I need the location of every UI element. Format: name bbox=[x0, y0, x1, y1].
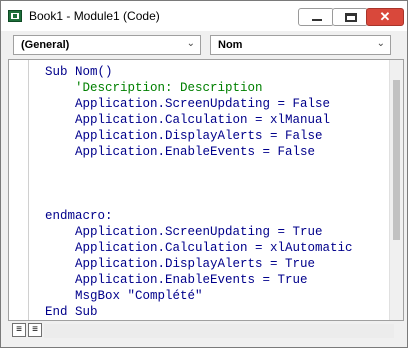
object-dropdown-value: (General) bbox=[21, 39, 70, 51]
close-button[interactable]: ✕ bbox=[366, 8, 404, 26]
code-line[interactable]: Application.Calculation = xlManual bbox=[45, 112, 353, 128]
maximize-button[interactable] bbox=[332, 8, 368, 26]
title-bar[interactable]: Book1 - Module1 (Code) ✕ bbox=[1, 1, 407, 31]
code-comment: 'Description: Description bbox=[75, 81, 263, 95]
code-line[interactable]: Application.EnableEvents = True bbox=[45, 272, 353, 288]
code-editor[interactable]: Sub Nom() 'Description: Description Appl… bbox=[8, 59, 404, 321]
code-token: End Sub bbox=[45, 305, 98, 319]
code-token: Application.DisplayAlerts = False bbox=[75, 129, 323, 143]
code-line[interactable]: Application.Calculation = xlAutomatic bbox=[45, 240, 353, 256]
code-line[interactable] bbox=[45, 176, 353, 192]
chevron-down-icon: ⌄ bbox=[376, 38, 385, 49]
chevron-down-icon: ⌄ bbox=[186, 38, 195, 49]
code-line[interactable]: MsgBox "Complété" bbox=[45, 288, 353, 304]
code-line[interactable]: Sub Nom() bbox=[45, 64, 353, 80]
code-token: Sub Nom() bbox=[45, 65, 113, 79]
code-token: MsgBox "Complété" bbox=[75, 289, 203, 303]
procedure-dropdown[interactable]: Nom ⌄ bbox=[210, 35, 391, 55]
window-title: Book1 - Module1 (Code) bbox=[29, 9, 160, 23]
code-line[interactable]: Application.DisplayAlerts = False bbox=[45, 128, 353, 144]
code-text[interactable]: Sub Nom() 'Description: Description Appl… bbox=[45, 64, 353, 320]
code-token: endmacro: bbox=[45, 209, 113, 223]
margin-indicator-bar[interactable] bbox=[9, 60, 29, 320]
code-line[interactable] bbox=[45, 192, 353, 208]
code-token: Application.DisplayAlerts = True bbox=[75, 257, 316, 271]
code-token: Application.Calculation = xlAutomatic bbox=[75, 241, 353, 255]
code-token: Application.EnableEvents = False bbox=[75, 145, 316, 159]
code-token: Application.ScreenUpdating = True bbox=[75, 225, 323, 239]
close-icon: ✕ bbox=[379, 9, 391, 24]
code-line[interactable]: Application.EnableEvents = False bbox=[45, 144, 353, 160]
minimize-icon bbox=[312, 19, 322, 21]
vertical-scrollbar[interactable] bbox=[389, 60, 403, 320]
code-line[interactable]: 'Description: Description bbox=[45, 80, 353, 96]
code-line[interactable]: endmacro: bbox=[45, 208, 353, 224]
excel-app-icon bbox=[8, 10, 22, 22]
object-dropdown[interactable]: (General) ⌄ bbox=[13, 35, 201, 55]
code-line[interactable]: End Sub bbox=[45, 304, 353, 320]
full-module-view-button[interactable]: ≡ bbox=[28, 323, 42, 337]
vba-code-window: Book1 - Module1 (Code) ✕ (General) ⌄ Nom… bbox=[0, 0, 408, 348]
bottom-bar: ≡ ≡ bbox=[8, 321, 404, 341]
minimize-button[interactable] bbox=[298, 8, 334, 26]
scrollbar-thumb[interactable] bbox=[393, 80, 400, 240]
procedure-view-icon: ≡ bbox=[16, 324, 22, 335]
procedure-dropdown-value: Nom bbox=[218, 39, 243, 51]
code-token: Application.Calculation = xlManual bbox=[75, 113, 331, 127]
horizontal-scrollbar[interactable] bbox=[44, 324, 394, 338]
code-line[interactable]: Application.ScreenUpdating = True bbox=[45, 224, 353, 240]
procedure-view-button[interactable]: ≡ bbox=[12, 323, 26, 337]
code-line[interactable] bbox=[45, 160, 353, 176]
code-token: Application.EnableEvents = True bbox=[75, 273, 308, 287]
code-line[interactable]: Application.ScreenUpdating = False bbox=[45, 96, 353, 112]
full-module-view-icon: ≡ bbox=[32, 324, 38, 335]
code-line[interactable]: Application.DisplayAlerts = True bbox=[45, 256, 353, 272]
code-token: Application.ScreenUpdating = False bbox=[75, 97, 331, 111]
maximize-icon bbox=[345, 13, 357, 22]
